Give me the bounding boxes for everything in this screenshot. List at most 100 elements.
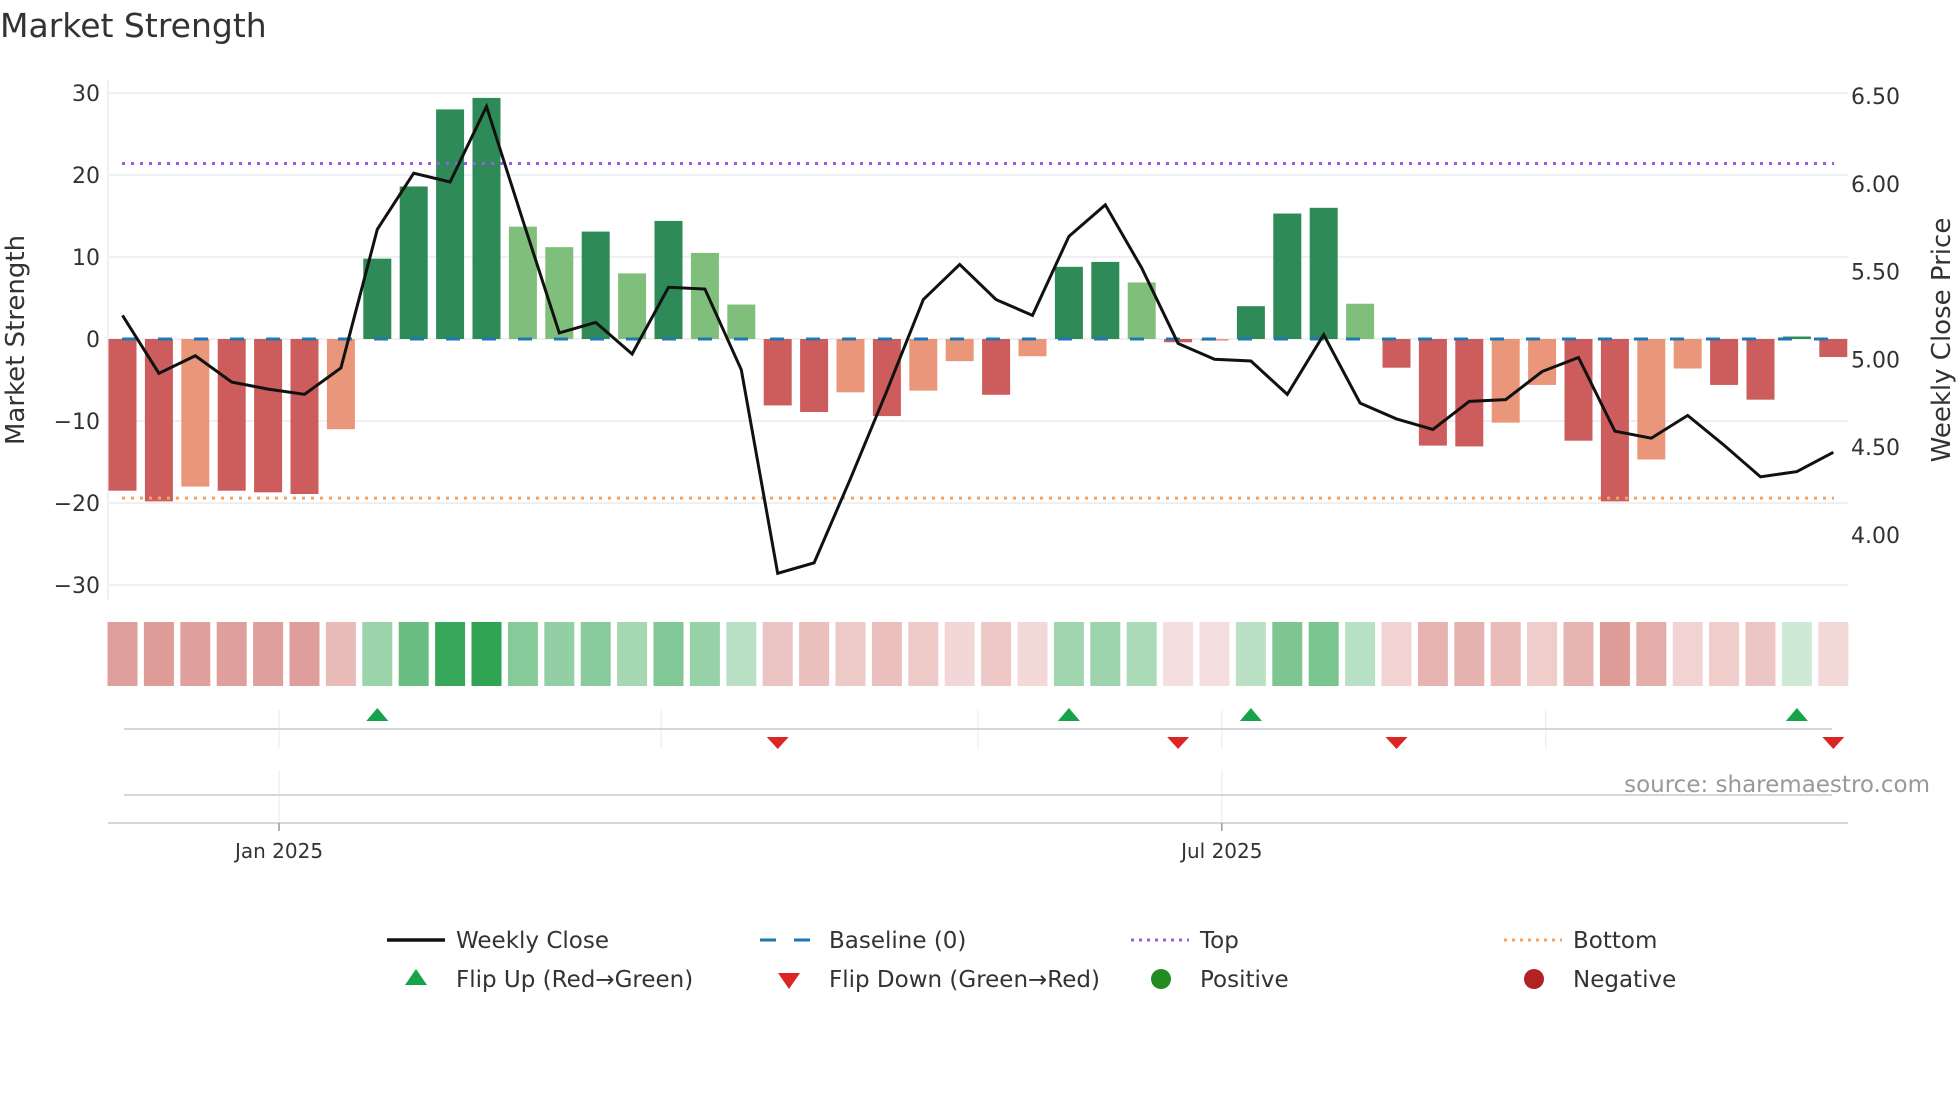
strength-bar (945, 339, 974, 362)
x-tick-label: Jan 2025 (233, 839, 323, 863)
flip-down-marker (1822, 737, 1845, 749)
y-tick-label: 20 (72, 164, 100, 189)
y2-tick-label: 5.50 (1851, 261, 1900, 286)
strength-bar (1819, 339, 1848, 358)
strength-bar (872, 339, 901, 417)
strength-heat-cell (180, 622, 211, 686)
strength-heat-cell (1454, 622, 1485, 686)
legend-label: Flip Down (Green→Red) (829, 967, 1100, 993)
strength-heat-cell (1745, 622, 1776, 686)
strength-heat-cell (726, 622, 757, 686)
strength-heat-cell (871, 622, 902, 686)
legend-label: Positive (1200, 967, 1289, 993)
y2-tick-label: 6.00 (1851, 173, 1900, 198)
strength-heat-cell (1417, 622, 1448, 686)
strength-bar (326, 339, 355, 430)
strength-heat-cell (1272, 622, 1303, 686)
flip-up-marker (1057, 708, 1080, 721)
strength-heat-cell (1345, 622, 1376, 686)
strength-bar (690, 252, 719, 339)
strength-heat-cell (580, 622, 611, 686)
market-strength-chart: 30 20 10 0 −10 −20 −30 6.50 6.00 5.50 5.00 4.50 4.00… (1, 80, 1957, 993)
strength-bar (1236, 306, 1265, 339)
y2-tick-label: 4.00 (1851, 524, 1900, 549)
legend-circle-neg-icon (1524, 969, 1544, 989)
strength-bar (836, 339, 865, 393)
strength-bar (144, 339, 173, 502)
y2-tick-label: 6.50 (1851, 85, 1900, 110)
strength-bar (1491, 339, 1520, 423)
strength-heat-cell (1599, 622, 1630, 686)
strength-heat-cell (253, 622, 284, 686)
strength-heat-cell (981, 622, 1012, 686)
strength-heat-cell (1053, 622, 1084, 686)
strength-bar (290, 339, 319, 494)
strength-heat-cell (544, 622, 575, 686)
y-tick-label: 10 (72, 246, 100, 271)
legend-label: Bottom (1573, 928, 1657, 954)
strength-heat-cell (908, 622, 939, 686)
strength-bar (1746, 339, 1775, 400)
legend-label: Weekly Close (456, 928, 609, 954)
strength-bar (217, 339, 246, 491)
strength-bar (763, 339, 792, 406)
y-tick-label: −10 (54, 410, 100, 435)
flip-up-marker (366, 708, 389, 721)
strength-bar (1673, 339, 1702, 369)
source-label: source: sharemaestro.com (1624, 772, 1930, 798)
strength-bar (1309, 207, 1338, 339)
strength-heat-cell (1199, 622, 1230, 686)
strength-heat-cell (1672, 622, 1703, 686)
strength-heat-cell (1126, 622, 1157, 686)
strength-heat-cell (1381, 622, 1412, 686)
strength-heat-cell (1818, 622, 1849, 686)
strength-heat-cell (799, 622, 830, 686)
flip-down-marker (766, 737, 789, 749)
y2-tick-label: 4.50 (1851, 436, 1900, 461)
strength-bar (1455, 339, 1484, 447)
strength-bar (1710, 339, 1739, 385)
strength-heat-cell (762, 622, 793, 686)
legend-tri-up-icon (405, 969, 427, 985)
strength-heat-cell (507, 622, 538, 686)
legend-label: Top (1199, 928, 1239, 954)
strength-bar (1091, 261, 1120, 339)
strength-bar (508, 226, 537, 339)
y-tick-label: 0 (86, 328, 100, 353)
strength-heat-cell (325, 622, 356, 686)
strength-heat-cell (944, 622, 975, 686)
strength-heat-cell (689, 622, 720, 686)
strength-heat-cell (1636, 622, 1667, 686)
strength-heat-cell (1308, 622, 1339, 686)
strength-bar (1346, 303, 1375, 339)
strength-heat-cell (835, 622, 866, 686)
legend-label: Negative (1573, 967, 1676, 993)
strength-bar (654, 220, 683, 339)
legend-tri-down-icon (778, 973, 800, 989)
strength-heat-cell (362, 622, 393, 686)
strength-bar (1600, 339, 1629, 502)
strength-heat-cell (107, 622, 138, 686)
strength-bar (108, 339, 137, 491)
strength-heat-cell (289, 622, 320, 686)
flip-down-marker (1167, 737, 1190, 749)
strength-bar (1564, 339, 1593, 441)
legend-circle-pos-icon (1151, 969, 1171, 989)
legend-label: Flip Up (Red→Green) (456, 967, 693, 993)
y-axis-title: Market Strength (1, 235, 31, 445)
y2-tick-label: 5.00 (1851, 348, 1900, 373)
strength-bar (727, 304, 756, 339)
strength-bar (909, 339, 938, 391)
y-tick-label: −30 (54, 574, 100, 599)
strength-bar (982, 339, 1011, 395)
strength-heat-cell (1527, 622, 1558, 686)
strength-heat-cell (471, 622, 502, 686)
strength-bar (545, 247, 574, 339)
strength-bar (1637, 339, 1666, 460)
strength-heat-cell (1163, 622, 1194, 686)
strength-bar (399, 186, 428, 339)
strength-heat-cell (143, 622, 174, 686)
y2-axis-title: Weekly Close Price (1927, 218, 1957, 463)
strength-heat-cell (1235, 622, 1266, 686)
strength-heat-cell (617, 622, 648, 686)
